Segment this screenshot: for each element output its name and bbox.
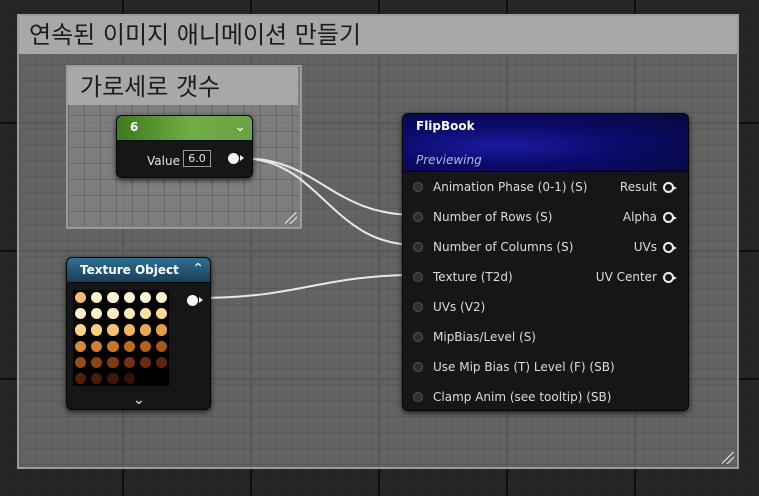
flipbook-input-number-of-columns[interactable]: Number of Columns (S): [413, 240, 573, 254]
texture-object-node[interactable]: Texture Object ⌃ ⌄: [66, 257, 211, 410]
input-label: Texture (T2d): [433, 270, 513, 284]
flipbook-input-uvs[interactable]: UVs (V2): [413, 300, 485, 314]
input-pin-icon[interactable]: [413, 302, 423, 312]
flipbook-input-animation-phase[interactable]: Animation Phase (0-1) (S): [413, 180, 587, 194]
texture-node-title: Texture Object: [80, 263, 179, 277]
inner-comment-title[interactable]: 가로세로 갯수: [68, 67, 298, 105]
input-pin-icon[interactable]: [413, 272, 423, 282]
input-label: Number of Columns (S): [433, 240, 574, 254]
flipbook-output-result[interactable]: Result: [619, 180, 677, 194]
flipbook-node-header[interactable]: FlipBook Previewing: [403, 114, 688, 172]
input-pin-icon[interactable]: [413, 392, 423, 402]
flipbook-node-title: FlipBook: [416, 119, 475, 133]
input-pin-icon[interactable]: [413, 182, 423, 192]
input-pin-icon[interactable]: [413, 242, 423, 252]
flipbook-output-uv-center[interactable]: UV Center: [595, 270, 677, 284]
constant-node-header[interactable]: 6 ⌄: [117, 116, 252, 141]
input-label: Number of Rows (S): [433, 210, 553, 224]
output-pin-icon[interactable]: [663, 181, 677, 193]
constant-node[interactable]: 6 ⌄ Value 6.0: [116, 115, 253, 178]
outer-comment-title[interactable]: 연속된 이미지 애니메이션 만들기: [19, 16, 737, 54]
output-pin-icon[interactable]: [663, 211, 677, 223]
input-label: UVs (V2): [433, 300, 486, 314]
constant-node-title: 6: [130, 120, 139, 134]
value-input[interactable]: 6.0: [183, 150, 211, 167]
flipbook-output-uvs[interactable]: UVs: [633, 240, 677, 254]
input-label: Use Mip Bias (T) Level (F) (SB): [433, 360, 615, 374]
output-label: Alpha: [622, 210, 657, 224]
flipbook-input-mipbias[interactable]: MipBias/Level (S): [413, 330, 536, 344]
input-label: Clamp Anim (see tooltip) (SB): [433, 390, 612, 404]
texture-thumbnail[interactable]: [73, 290, 169, 386]
input-pin-icon[interactable]: [413, 362, 423, 372]
flipbook-input-number-of-rows[interactable]: Number of Rows (S): [413, 210, 552, 224]
chevron-down-icon[interactable]: ⌄: [234, 118, 246, 136]
output-pin-icon[interactable]: [663, 241, 677, 253]
flipbook-node-subtitle: Previewing: [416, 153, 482, 167]
input-pin-icon[interactable]: [413, 212, 423, 222]
output-label: Result: [619, 180, 657, 194]
constant-output-pin[interactable]: [228, 153, 244, 164]
chevron-down-icon[interactable]: ⌄: [133, 392, 145, 408]
flipbook-node[interactable]: FlipBook Previewing Animation Phase (0-1…: [402, 113, 689, 411]
chevron-up-icon[interactable]: ⌃: [192, 260, 204, 278]
texture-output-pin[interactable]: [187, 295, 203, 306]
value-label: Value: [147, 154, 180, 168]
flipbook-output-alpha[interactable]: Alpha: [622, 210, 677, 224]
input-pin-icon[interactable]: [413, 332, 423, 342]
outer-comment-resize-handle[interactable]: [722, 452, 734, 464]
output-label: UV Center: [595, 270, 657, 284]
flipbook-input-use-mip-bias[interactable]: Use Mip Bias (T) Level (F) (SB): [413, 360, 615, 374]
output-label: UVs: [633, 240, 657, 254]
output-pin-icon[interactable]: [663, 271, 677, 283]
input-label: MipBias/Level (S): [433, 330, 536, 344]
flipbook-input-clamp-anim[interactable]: Clamp Anim (see tooltip) (SB): [413, 390, 611, 404]
flipbook-input-texture[interactable]: Texture (T2d): [413, 270, 513, 284]
inner-comment-resize-handle[interactable]: [285, 212, 297, 224]
input-label: Animation Phase (0-1) (S): [433, 180, 588, 194]
texture-node-header[interactable]: Texture Object ⌃: [67, 258, 210, 283]
